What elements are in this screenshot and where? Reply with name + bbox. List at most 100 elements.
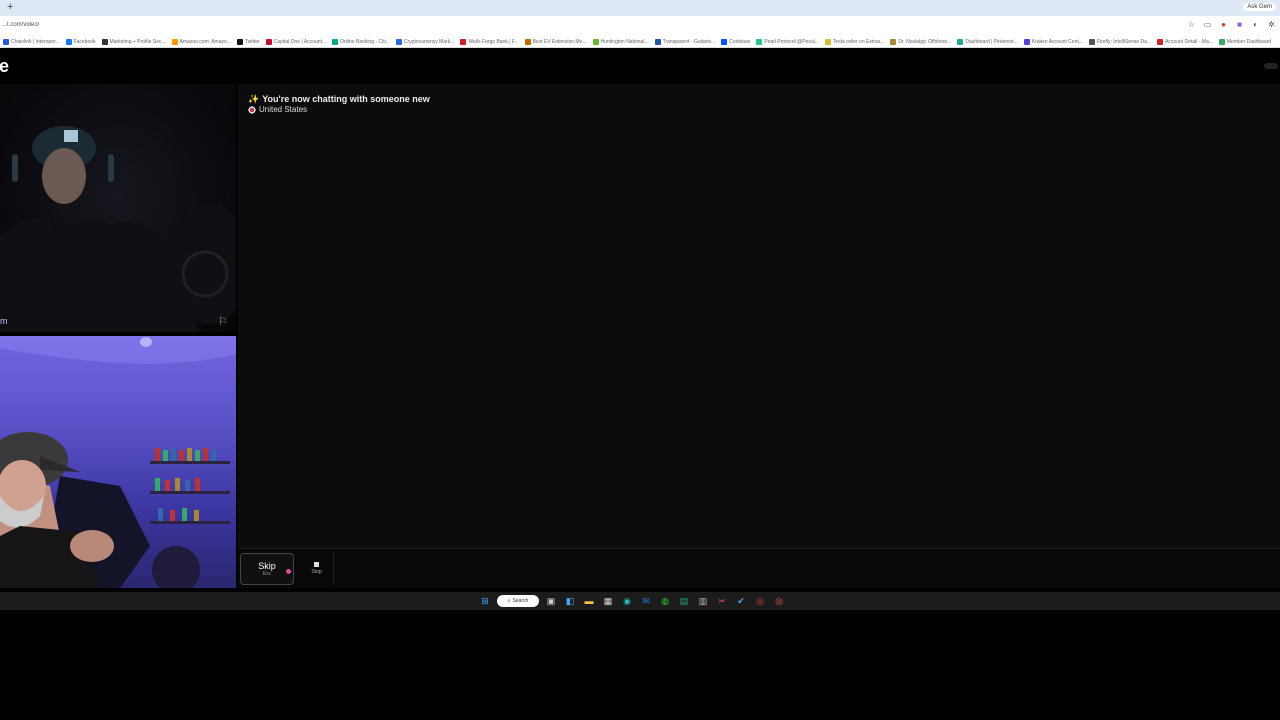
bookmark-favicon-icon bbox=[171, 38, 178, 45]
report-flag-icon[interactable]: ⚐ bbox=[218, 316, 230, 328]
bookmark-favicon-icon bbox=[1157, 38, 1164, 45]
bookmark-favicon-icon bbox=[265, 38, 272, 45]
chrome-red-icon[interactable]: ◎ bbox=[772, 594, 786, 608]
bookmark-favicon-icon bbox=[460, 38, 467, 45]
bookmark-favicon-icon bbox=[654, 38, 661, 45]
bookmark-item[interactable]: Dr. Nostalgic Offshore... bbox=[890, 36, 951, 47]
chrome-icon[interactable]: ◎ bbox=[753, 594, 767, 608]
sheets-icon[interactable]: ▤ bbox=[677, 594, 691, 608]
bookmark-item[interactable]: Facebook bbox=[65, 36, 96, 47]
bookmark-item[interactable]: Cryptocurrency Mark... bbox=[395, 36, 455, 47]
stop-label: Stop bbox=[311, 569, 322, 575]
self-video-frame bbox=[0, 336, 236, 588]
bookmark-label: Huntington National... bbox=[600, 38, 649, 45]
bookmark-favicon-icon bbox=[1218, 38, 1225, 45]
calculator-icon[interactable]: ▥ bbox=[696, 594, 710, 608]
extensions-puzzle-icon[interactable]: ✲ bbox=[1267, 20, 1276, 29]
extension-purple-icon[interactable]: ■ bbox=[1235, 20, 1244, 29]
system-message: ✨ You're now chatting with someone new bbox=[248, 94, 430, 105]
bookmark-item[interactable]: Transparent - Guitaris... bbox=[654, 36, 716, 47]
ask-gemini-button[interactable]: Ask Gem bbox=[1243, 3, 1276, 11]
bookmark-label: Transparent - Guitaris... bbox=[662, 38, 716, 45]
bookmark-item[interactable]: Huntington National... bbox=[592, 36, 649, 47]
us-flag-icon bbox=[248, 105, 256, 114]
bookmark-item[interactable]: Wells Fargo Bank | F... bbox=[460, 36, 519, 47]
site-header: e bbox=[0, 48, 1280, 84]
store-icon[interactable]: ▦ bbox=[601, 594, 615, 608]
bookmark-favicon-icon bbox=[957, 38, 964, 45]
checkmark-app-icon[interactable]: ✔ bbox=[734, 594, 748, 608]
file-explorer-icon[interactable]: ▬ bbox=[582, 594, 596, 608]
widgets-icon[interactable]: ◧ bbox=[563, 594, 577, 608]
cast-icon[interactable]: ▭ bbox=[1203, 20, 1212, 29]
bookmark-label: Tesla order on Extras... bbox=[832, 38, 885, 45]
bookmark-label: Firefly: IntelliSense Da... bbox=[1096, 38, 1152, 45]
bookmark-item[interactable]: Chainlink | Interoper... bbox=[3, 36, 60, 47]
bookmark-item[interactable]: Firefly: IntelliSense Da... bbox=[1088, 36, 1152, 47]
bookmark-favicon-icon bbox=[890, 38, 897, 45]
bookmark-favicon-icon bbox=[65, 38, 72, 45]
self-video bbox=[0, 336, 236, 588]
bookmark-favicon-icon bbox=[395, 38, 402, 45]
bookmark-item[interactable]: Twitter bbox=[236, 36, 260, 47]
address-bar: ...t.com/video/ ☆ ▭ ● ■ ◐ ✲ bbox=[0, 16, 1280, 36]
stop-button[interactable]: Stop bbox=[300, 553, 334, 585]
bookmark-label: Best EV Extension Mo... bbox=[532, 38, 587, 45]
bookmark-item[interactable]: Account Detail - Ma... bbox=[1157, 36, 1213, 47]
bookmark-label: Marketing + Profile Sec... bbox=[109, 38, 166, 45]
dark-mode-icon[interactable]: ◐ bbox=[1251, 20, 1260, 29]
bookmark-label: Wells Fargo Bank | F... bbox=[468, 38, 519, 45]
windows-start-icon[interactable]: ⊞ bbox=[478, 594, 492, 608]
windows-taskbar: ⊞ ⌕ Search ▣ ◧ ▬ ▦ ◉ ✉ ◍ ▤ ▥ ✂ ✔ ◎ ◎ bbox=[0, 592, 1280, 610]
bookmark-favicon-icon bbox=[3, 38, 9, 45]
bookmark-item[interactable]: Tesla order on Extras... bbox=[824, 36, 885, 47]
bookmark-favicon-icon bbox=[756, 38, 763, 45]
bookmark-label: Dr. Nostalgic Offshore... bbox=[898, 38, 952, 45]
country-label: United States bbox=[259, 105, 308, 114]
system-message-text: You're now chatting with someone new bbox=[262, 94, 430, 104]
bookmark-favicon-icon bbox=[592, 38, 599, 45]
bookmark-item[interactable]: Pearl Protocol @Pecul... bbox=[756, 36, 819, 47]
bookmark-label: Twitter bbox=[244, 38, 260, 45]
skip-label: Skip bbox=[258, 561, 276, 571]
bookmark-item[interactable]: Amazon.com: Amazo... bbox=[171, 36, 231, 47]
bookmark-label: Coinbase bbox=[729, 38, 751, 45]
bookmark-item[interactable]: Online Banking - Citi... bbox=[332, 36, 390, 47]
stranger-name-label: m bbox=[0, 316, 8, 326]
bookmark-item[interactable]: Marketing + Profile Sec... bbox=[101, 36, 166, 47]
edge-icon[interactable]: ◉ bbox=[620, 594, 634, 608]
task-view-icon[interactable]: ▣ bbox=[544, 594, 558, 608]
bookmark-label: Capital One | Account... bbox=[273, 38, 327, 45]
stranger-video: m ⚐ bbox=[0, 84, 236, 332]
snipping-tool-icon[interactable]: ✂ bbox=[715, 594, 729, 608]
bookmark-star-icon[interactable]: ☆ bbox=[1187, 20, 1196, 29]
bookmark-item[interactable]: Capital One | Account... bbox=[265, 36, 327, 47]
site-logo[interactable]: e bbox=[0, 56, 9, 77]
outlook-icon[interactable]: ✉ bbox=[639, 594, 653, 608]
bookmark-item[interactable]: Best EV Extension Mo... bbox=[524, 36, 587, 47]
search-icon: ⌕ bbox=[507, 598, 511, 604]
xbox-icon[interactable]: ◍ bbox=[658, 594, 672, 608]
bookmark-label: Account Detail - Ma... bbox=[1165, 38, 1213, 45]
bookmark-label: Pearl Protocol @Pecul... bbox=[764, 38, 819, 45]
header-menu-button[interactable] bbox=[1264, 63, 1278, 69]
bookmark-label: Cryptocurrency Mark... bbox=[403, 38, 455, 45]
bookmark-label: Facebook bbox=[73, 38, 96, 45]
bookmark-favicon-icon bbox=[1088, 38, 1095, 45]
taskbar-search[interactable]: ⌕ Search bbox=[497, 595, 539, 607]
new-tab-button[interactable]: + bbox=[7, 1, 13, 13]
url-field[interactable]: ...t.com/video/ bbox=[2, 22, 39, 28]
bookmark-item[interactable]: Dashboard | Pinterest... bbox=[957, 36, 1018, 47]
bookmark-item[interactable]: Coinbase bbox=[721, 36, 750, 47]
bookmark-favicon-icon bbox=[824, 38, 831, 45]
bookmark-label: Member Dashboard bbox=[1226, 38, 1272, 45]
screen-letterbox bbox=[0, 610, 1280, 720]
extension-red-icon[interactable]: ● bbox=[1219, 20, 1228, 29]
bookmark-favicon-icon bbox=[524, 38, 531, 45]
chat-controls: Skip Esc Stop bbox=[238, 548, 1280, 588]
bookmark-item[interactable]: Member Dashboard bbox=[1218, 36, 1272, 47]
bookmark-item[interactable]: Kraken Account Cent... bbox=[1023, 36, 1083, 47]
bookmark-favicon-icon bbox=[1023, 38, 1030, 45]
skip-indicator-dot bbox=[286, 569, 291, 574]
chat-panel: ✨ You're now chatting with someone new Un… bbox=[238, 84, 1280, 548]
